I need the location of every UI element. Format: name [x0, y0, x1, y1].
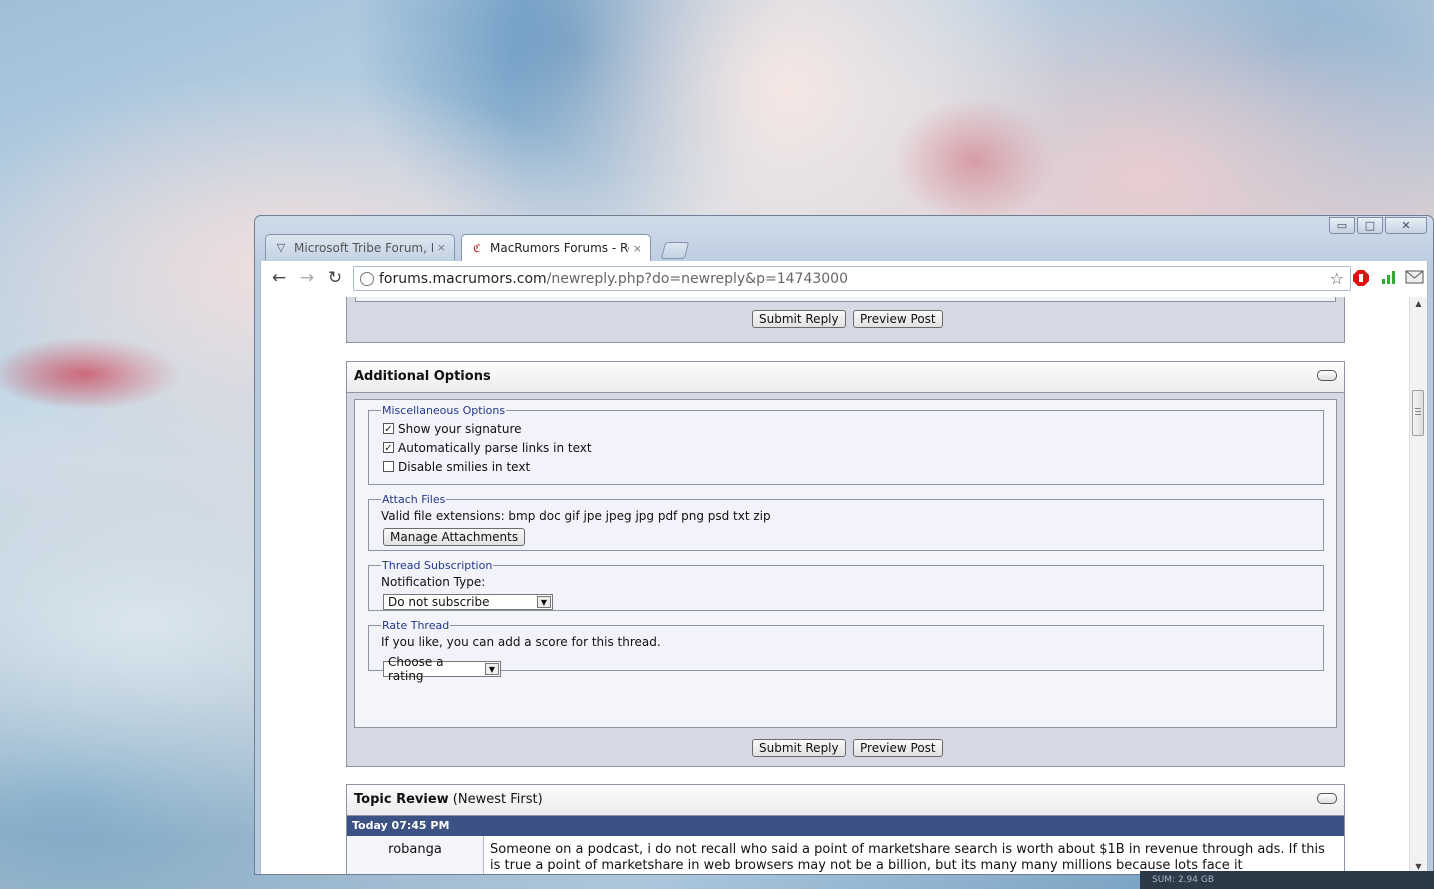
mail-extension-button[interactable]: [1405, 269, 1425, 289]
maximize-icon: □: [1364, 219, 1376, 232]
window-controls: ▭ □ ✕: [1327, 217, 1427, 234]
tab-microsoft-tribe[interactable]: ▽ Microsoft Tribe Forum, Disc ×: [265, 234, 455, 260]
message-box-bottom: [355, 297, 1336, 302]
preview-post-button[interactable]: Preview Post: [853, 739, 943, 757]
tab-close-icon[interactable]: ×: [633, 242, 642, 255]
topic-review-header: Topic Review (Newest First): [347, 785, 1344, 816]
reply-submit-panel: Submit Reply Preview Post: [346, 297, 1345, 343]
browser-window: ▭ □ ✕ ▽ Microsoft Tribe Forum, Disc × ℭ …: [254, 215, 1434, 875]
globe-icon: [360, 271, 374, 286]
macrumors-favicon-icon: ℭ: [473, 241, 481, 255]
collapse-toggle-icon[interactable]: [1317, 793, 1337, 804]
parse-links-checkbox[interactable]: ✓: [383, 442, 394, 454]
submit-reply-button[interactable]: Submit Reply: [752, 739, 846, 757]
additional-options-section: Additional Options Miscellaneous Options…: [346, 361, 1345, 767]
collapse-toggle-icon[interactable]: [1317, 370, 1337, 381]
rate-thread-group: Rate Thread If you like, you can add a s…: [368, 619, 1324, 683]
show-signature-option[interactable]: ✓ Show your signature: [381, 419, 1311, 438]
select-value: Choose a rating: [388, 655, 444, 683]
notification-type-label: Notification Type:: [381, 575, 486, 589]
adblock-icon: [1353, 270, 1369, 286]
forward-arrow-icon: →: [299, 268, 315, 288]
tab-title: MacRumors Forums - Reply: [490, 241, 629, 255]
minimize-icon: ▭: [1336, 219, 1348, 232]
post-username[interactable]: robanga: [347, 836, 484, 874]
post-text: Someone on a podcast, i do not recall wh…: [490, 842, 1325, 873]
dropdown-arrow-icon: ▼: [537, 596, 551, 608]
misc-options-group: Miscellaneous Options ✓ Show your signat…: [368, 404, 1324, 485]
url-path: /newreply.php?do=newreply&p=14743000: [546, 270, 848, 287]
tribe-favicon-icon: ▽: [276, 241, 286, 254]
group-legend: Rate Thread: [382, 619, 450, 632]
show-signature-checkbox[interactable]: ✓: [383, 423, 394, 435]
page-viewport: Submit Reply Preview Post Additional Opt…: [260, 297, 1428, 874]
back-arrow-icon: ←: [271, 268, 287, 288]
group-legend: Thread Subscription: [382, 559, 493, 572]
mail-icon: [1405, 270, 1424, 284]
url-host: forums.macrumors.com: [379, 270, 547, 287]
reload-icon: ↻: [327, 268, 343, 288]
notification-type-select[interactable]: Do not subscribe ▼: [383, 594, 553, 610]
section-subtitle: (Newest First): [452, 792, 543, 807]
rate-thread-text: If you like, you can add a score for thi…: [381, 635, 661, 649]
additional-options-header: Additional Options: [347, 362, 1344, 393]
checkbox-label: Show your signature: [398, 421, 522, 436]
tab-close-icon[interactable]: ×: [437, 241, 446, 254]
parse-links-option[interactable]: ✓ Automatically parse links in text: [381, 438, 1311, 457]
new-tab-button[interactable]: [660, 242, 690, 259]
section-title: Additional Options: [354, 369, 491, 384]
post-date-row: Today 07:45 PM: [347, 816, 1344, 836]
signal-bars-icon: [1382, 271, 1395, 284]
group-legend: Miscellaneous Options: [382, 404, 506, 417]
vertical-scrollbar[interactable]: ▲ ▼: [1409, 297, 1427, 874]
section-title: Topic Review: [354, 792, 449, 807]
signal-extension-button[interactable]: [1379, 269, 1399, 289]
taskbar-gadget: SUM: 2.94 GB: [1140, 871, 1434, 889]
tab-macrumors[interactable]: ℭ MacRumors Forums - Reply ×: [461, 234, 651, 261]
topic-review-section: Topic Review (Newest First) Today 07:45 …: [346, 784, 1345, 874]
maximize-button[interactable]: □: [1357, 217, 1383, 234]
browser-toolbar: ← → ↻ forums.macrumors.com/newreply.php?…: [260, 261, 1428, 297]
scroll-grip-icon: [1415, 411, 1421, 412]
scroll-thumb[interactable]: [1412, 390, 1424, 436]
minimize-button[interactable]: ▭: [1329, 217, 1355, 234]
attach-files-group: Attach Files Valid file extensions: bmp …: [368, 493, 1324, 551]
group-legend: Attach Files: [382, 493, 446, 506]
tab-title: Microsoft Tribe Forum, Disc: [294, 240, 433, 255]
valid-extensions-text: Valid file extensions: bmp doc gif jpe j…: [381, 509, 771, 523]
forward-button[interactable]: →: [297, 268, 317, 288]
rating-select[interactable]: Choose a rating ▼: [383, 655, 501, 683]
address-bar[interactable]: forums.macrumors.com/newreply.php?do=new…: [353, 266, 1351, 291]
disable-smilies-option[interactable]: Disable smilies in text: [381, 457, 1311, 476]
close-icon: ✕: [1401, 219, 1411, 232]
manage-attachments-button[interactable]: Manage Attachments: [383, 528, 526, 546]
dropdown-arrow-icon: ▼: [485, 663, 499, 675]
back-button[interactable]: ←: [269, 268, 289, 288]
checkbox-label: Automatically parse links in text: [398, 440, 592, 455]
adblock-extension-button[interactable]: [1351, 269, 1371, 289]
additional-options-body: Miscellaneous Options ✓ Show your signat…: [354, 399, 1337, 728]
submit-reply-button-top[interactable]: Submit Reply: [752, 310, 846, 328]
preview-post-button-top[interactable]: Preview Post: [853, 310, 943, 328]
checkbox-label: Disable smilies in text: [398, 459, 531, 474]
bookmark-star-icon[interactable]: ☆: [1330, 269, 1344, 288]
disable-smilies-checkbox[interactable]: [383, 461, 394, 472]
close-button[interactable]: ✕: [1385, 217, 1427, 234]
thread-subscription-group: Thread Subscription Notification Type: D…: [368, 559, 1324, 611]
post-row: robanga Someone on a podcast, i do not r…: [347, 836, 1344, 874]
scroll-up-icon[interactable]: ▲: [1410, 297, 1427, 311]
tab-strip: ▽ Microsoft Tribe Forum, Disc × ℭ MacRum…: [265, 234, 965, 261]
reload-button[interactable]: ↻: [325, 268, 345, 288]
select-value: Do not subscribe: [388, 595, 490, 609]
